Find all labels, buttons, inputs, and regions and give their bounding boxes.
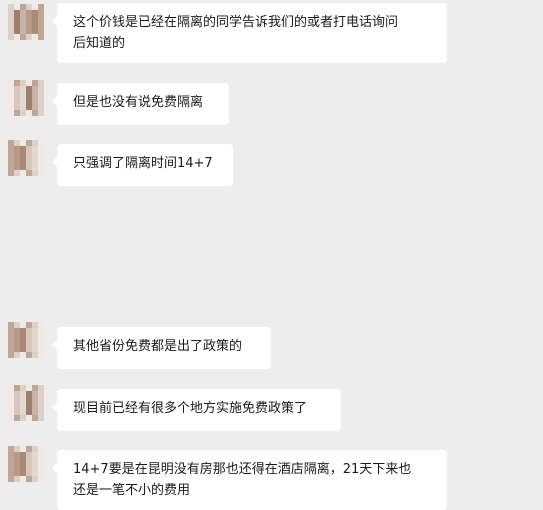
message-text-line: 后知道的 <box>73 36 126 51</box>
message-bubble: 这个价钱是已经在隔离的同学告诉我们的或者打电话询问 后知道的 <box>52 3 447 63</box>
message-text-line: 这个价钱是已经在隔离的同学告诉我们的或者打电话询问 <box>73 15 399 30</box>
chat-window: { "messages": [ {"lines": ["这个价钱是已经在隔离的同… <box>0 0 543 510</box>
message-text: 只强调了隔离时间14+7 <box>73 156 213 171</box>
sender-avatar[interactable] <box>8 322 44 358</box>
message-text: 现目前已经有很多个地方实施免费政策了 <box>73 401 308 416</box>
message-bubble: 现目前已经有很多个地方实施免费政策了 <box>52 389 341 431</box>
message-text: 其他省份免费都是出了政策的 <box>73 339 243 354</box>
message-text-line: 14+7要是在昆明没有房那也还得在酒店隔离，21天下来也 <box>73 462 412 477</box>
message-bubble: 但是也没有说免费隔离 <box>52 83 229 125</box>
message-text-line: 还是一笔不小的费用 <box>73 483 191 498</box>
sender-avatar[interactable] <box>8 385 44 421</box>
message-bubble: 14+7要是在昆明没有房那也还得在酒店隔离，21天下来也 还是一笔不小的费用 <box>52 450 447 510</box>
sender-avatar[interactable] <box>8 446 44 482</box>
sender-avatar[interactable] <box>8 4 44 40</box>
message-text: 但是也没有说免费隔离 <box>73 95 204 110</box>
sender-avatar[interactable] <box>8 80 44 116</box>
message-bubble: 其他省份免费都是出了政策的 <box>52 327 271 369</box>
message-bubble: 只强调了隔离时间14+7 <box>52 144 233 186</box>
sender-avatar[interactable] <box>8 140 44 176</box>
